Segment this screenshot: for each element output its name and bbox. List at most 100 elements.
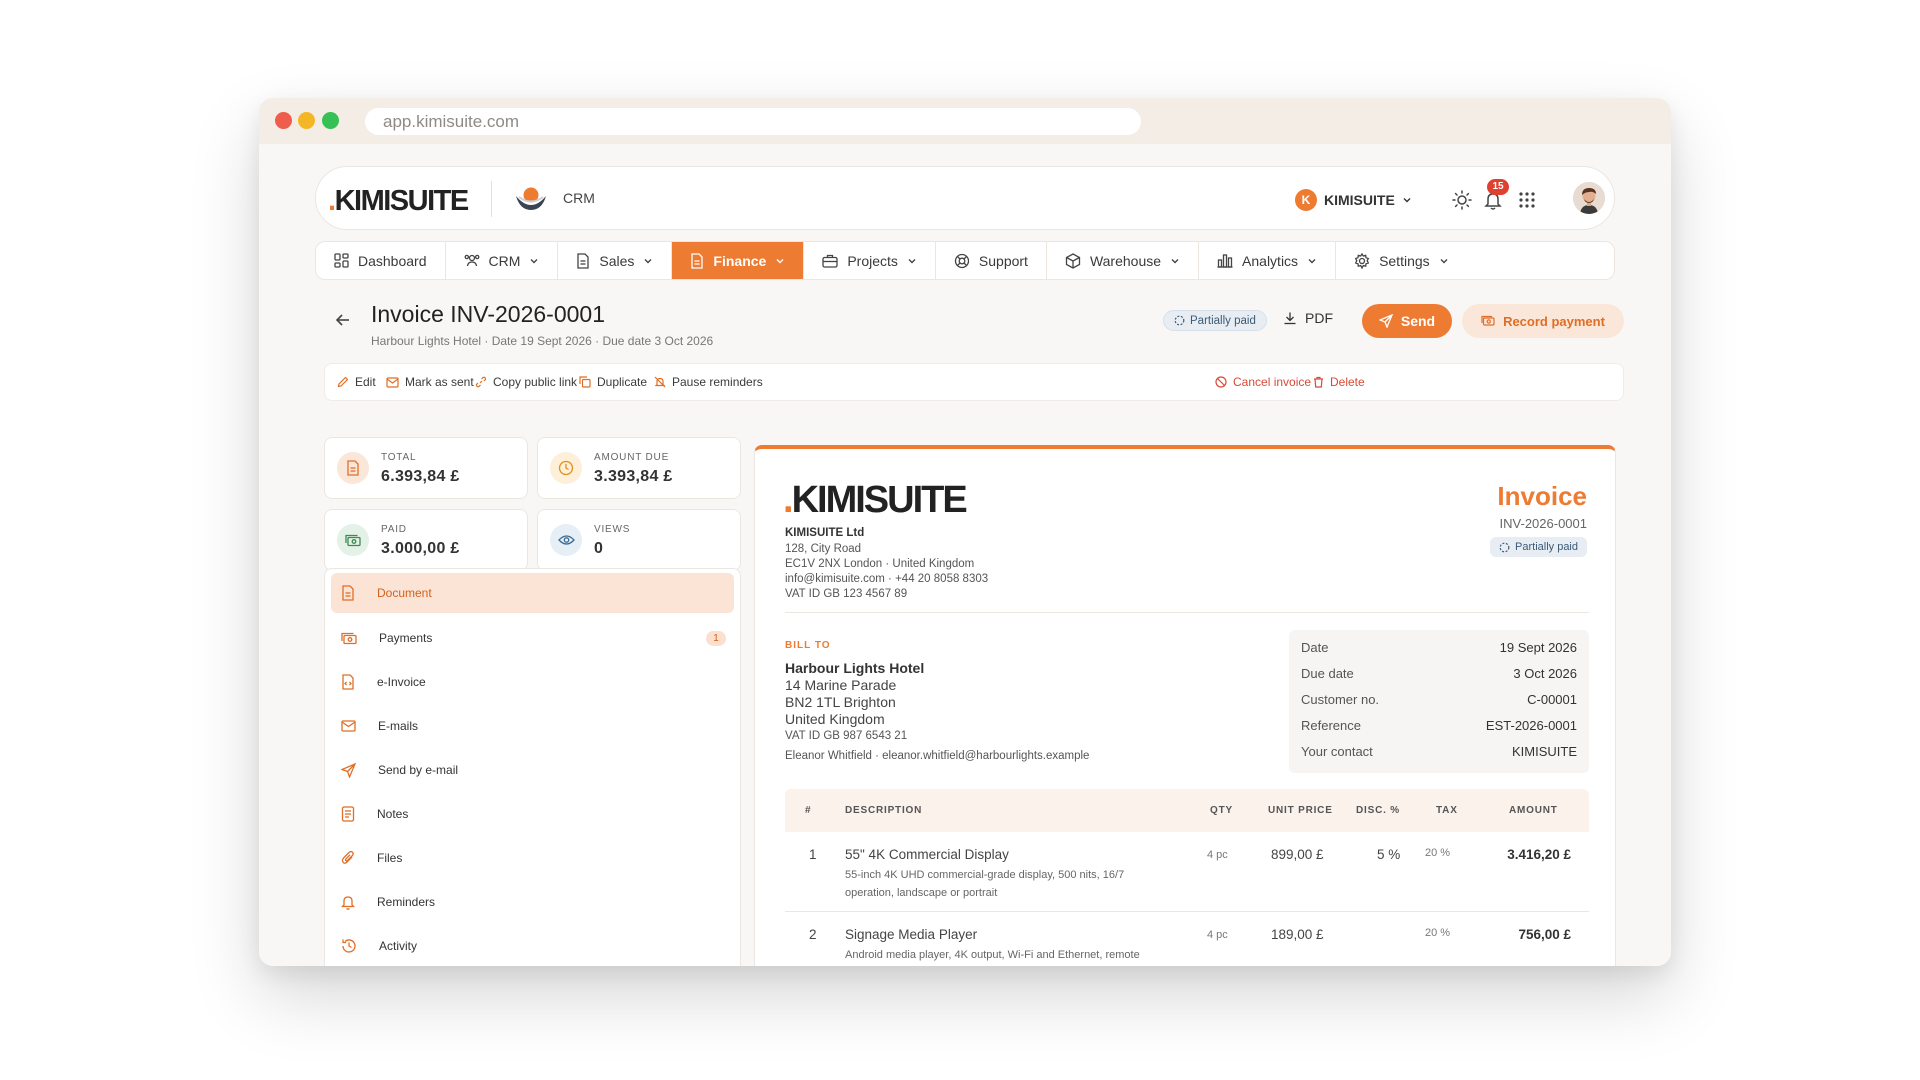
nav-item-projects[interactable]: Projects <box>804 242 936 279</box>
nav-label: Dashboard <box>358 252 427 269</box>
divider <box>491 181 492 217</box>
mark-as-sent-button[interactable]: Mark as sent <box>386 375 474 389</box>
copy-public-link-button[interactable]: Copy public link <box>475 375 577 389</box>
address-bar[interactable]: app.kimisuite.com <box>365 108 1141 135</box>
pause-reminders-button[interactable]: Pause reminders <box>654 375 763 389</box>
user-avatar[interactable] <box>1573 182 1605 214</box>
send-button[interactable]: Send <box>1362 304 1452 338</box>
pencil-icon <box>337 376 349 388</box>
column-header-qty: QTY <box>1210 805 1233 816</box>
duplicate-label: Duplicate <box>597 375 648 389</box>
invoice-document: .KIMISUITE KIMISUITE Ltd 128, City Road … <box>754 445 1616 966</box>
bill-to-contact: Eleanor Whitfield · eleanor.whitfield@ha… <box>785 750 1090 762</box>
close-window-button[interactable] <box>275 112 292 129</box>
meta-key: Due date <box>1301 666 1354 681</box>
meta-key: Customer no. <box>1301 692 1380 707</box>
row-title: 55" 4K Commercial Display <box>845 847 1009 862</box>
bill-to-label: BILL TO <box>785 640 831 651</box>
sidebar-item-payments[interactable]: Payments 1 <box>331 618 734 658</box>
company-contact: info@kimisuite.com · +44 20 8058 8303 <box>785 573 989 585</box>
chevron-down-icon <box>1403 198 1411 203</box>
nav-item-dashboard[interactable]: Dashboard <box>316 242 446 279</box>
record-payment-label: Record payment <box>1503 313 1605 329</box>
nav-item-warehouse[interactable]: Warehouse <box>1047 242 1200 279</box>
back-arrow-icon[interactable] <box>333 310 353 330</box>
cancel-invoice-label: Cancel invoice <box>1233 375 1312 389</box>
download-icon <box>1284 312 1296 325</box>
nav-item-settings[interactable]: Settings <box>1336 242 1467 279</box>
meta-key: Reference <box>1301 718 1361 733</box>
crm-module-icon[interactable] <box>514 184 548 214</box>
sidebar-item-label: Files <box>377 851 403 865</box>
nav-label: Warehouse <box>1089 252 1162 269</box>
column-header-discount: DISC. % <box>1356 805 1400 816</box>
nav-label: CRM <box>488 252 521 269</box>
edit-button[interactable]: Edit <box>337 375 376 389</box>
payments-count-badge: 1 <box>706 631 726 646</box>
document-logo: .KIMISUITE <box>783 479 968 522</box>
row-qty: 4 pc <box>1207 849 1228 861</box>
notification-badge: 15 <box>1487 179 1509 195</box>
chevron-down-icon <box>1171 258 1179 263</box>
sidebar-item-label: Payments <box>379 631 433 645</box>
company-vat: VAT ID GB 123 4567 89 <box>785 588 908 600</box>
top-bar: .KIMISUITE CRM K KIMISUITE 15 <box>315 166 1615 230</box>
cancel-invoice-button[interactable]: Cancel invoice <box>1215 375 1311 389</box>
money-icon <box>1481 315 1495 326</box>
nav-label: Settings <box>1379 252 1430 269</box>
briefcase-icon <box>822 254 838 268</box>
company-name: KIMISUITE Ltd <box>785 527 865 539</box>
nav-label: Finance <box>713 252 767 269</box>
nav-label: Support <box>978 252 1028 269</box>
duplicate-button[interactable]: Duplicate <box>579 375 647 389</box>
tenant-switcher[interactable]: K KIMISUITE <box>1295 189 1412 211</box>
nav-item-support[interactable]: Support <box>936 242 1047 279</box>
nav-item-finance[interactable]: Finance <box>672 242 805 279</box>
app-content: .KIMISUITE CRM K KIMISUITE 15 Dashboard … <box>259 144 1671 966</box>
sidebar-item-document[interactable]: Document <box>331 573 734 613</box>
sidebar-item-e-mails[interactable]: E-mails <box>331 706 734 746</box>
sidebar-item-files[interactable]: Files <box>331 838 734 878</box>
nav-item-crm[interactable]: CRM <box>446 242 559 279</box>
status-badge: Partially paid <box>1163 310 1267 331</box>
document-number: INV-2026-0001 <box>1499 516 1587 531</box>
sidebar-item-activity[interactable]: Activity <box>331 926 734 966</box>
row-num: 2 <box>809 927 817 942</box>
meta-value: KIMISUITE <box>1511 744 1577 759</box>
column-header-num: # <box>805 805 812 816</box>
stat-value: 3.393,84 £ <box>594 468 673 485</box>
paperclip-icon <box>341 850 354 864</box>
row-unit-price: 899,00 £ <box>1271 847 1324 862</box>
copy-icon <box>579 376 591 388</box>
sun-icon[interactable] <box>1451 189 1473 211</box>
column-header-unit-price: UNIT PRICE <box>1268 805 1333 816</box>
chevron-down-icon <box>908 258 916 263</box>
envelope-icon <box>341 720 356 732</box>
document-icon <box>577 252 590 269</box>
sidebar-item-send-by-e-mail[interactable]: Send by e-mail <box>331 750 734 790</box>
bell-icon <box>341 896 355 910</box>
sidebar-item-reminders[interactable]: Reminders <box>331 882 734 922</box>
column-header-description: DESCRIPTION <box>845 805 923 816</box>
app-logo[interactable]: .KIMISUITE <box>328 185 469 218</box>
record-payment-button[interactable]: Record payment <box>1462 304 1624 338</box>
eye-icon <box>557 535 575 545</box>
row-tax: 20 % <box>1425 927 1451 939</box>
meta-row-customer-no: Customer no. C-00001 <box>1301 692 1577 712</box>
sidebar-item-e-invoice[interactable]: e-Invoice <box>331 662 734 702</box>
nav-item-sales[interactable]: Sales <box>558 242 673 279</box>
sidebar-item-notes[interactable]: Notes <box>331 794 734 834</box>
sidebar-item-label: E-mails <box>378 719 419 733</box>
module-label: CRM <box>563 190 595 206</box>
nav-label: Projects <box>847 252 898 269</box>
pdf-button[interactable]: PDF <box>1283 310 1333 326</box>
nav-item-analytics[interactable]: Analytics <box>1199 242 1337 279</box>
partial-circle-icon <box>1174 315 1185 326</box>
apps-grid-icon[interactable] <box>1516 189 1538 211</box>
minimize-window-button[interactable] <box>298 112 315 129</box>
maximize-window-button[interactable] <box>322 112 339 129</box>
bill-to-country: United Kingdom <box>785 711 885 727</box>
clock-icon <box>558 460 574 476</box>
row-description: 55-inch 4K UHD commercial-grade display,… <box>845 869 1125 899</box>
delete-button[interactable]: Delete <box>1313 375 1365 389</box>
